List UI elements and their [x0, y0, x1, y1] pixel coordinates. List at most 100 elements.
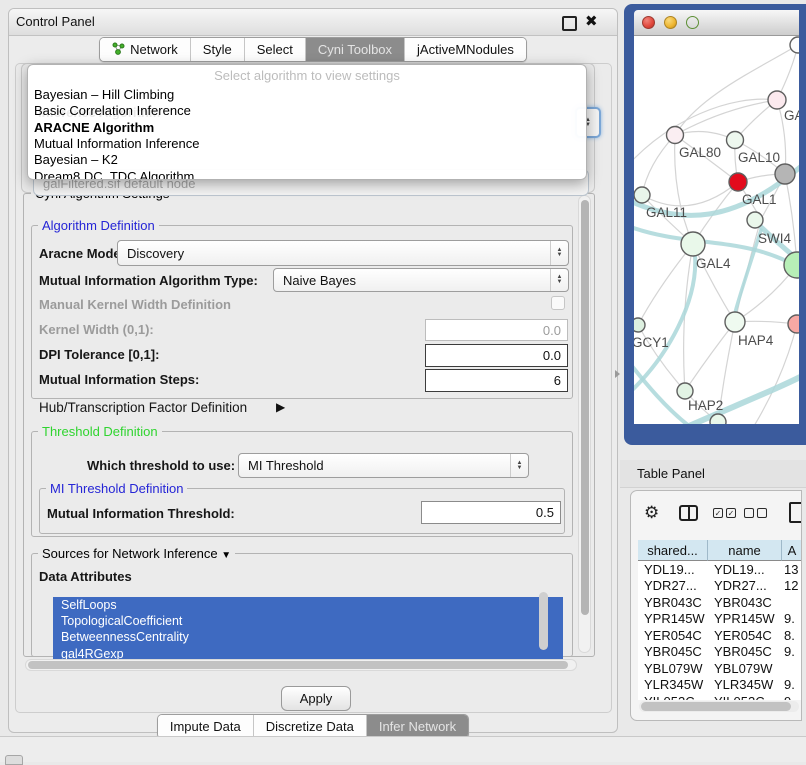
network-node-hap4[interactable] [725, 312, 745, 332]
deselect-all-icon[interactable] [744, 508, 754, 518]
data-attributes-list[interactable]: SelfLoopsTopologicalCoefficientBetweenne… [53, 597, 563, 662]
algorithm-option-aracne-algorithm[interactable]: ARACNE Algorithm [34, 120, 154, 135]
columns-icon[interactable] [679, 505, 698, 521]
apply-button[interactable]: Apply [281, 686, 351, 711]
network-edge[interactable] [675, 45, 798, 135]
network-edge[interactable] [684, 244, 693, 391]
table-cell[interactable] [784, 594, 802, 611]
attributes-scrollbar-thumb[interactable] [539, 592, 548, 650]
network-window-titlebar[interactable] [634, 10, 799, 36]
close-icon[interactable]: ✖ [585, 12, 598, 30]
table-cell[interactable]: YBR043C [714, 594, 782, 611]
control-panel-titlebar[interactable]: Control Panel ✖ [9, 9, 617, 36]
network-node-gal8[interactable] [768, 91, 786, 109]
table-cell[interactable]: 9. [784, 644, 802, 661]
gear-icon[interactable]: ⚙ [644, 503, 659, 523]
attribute-item-betweennesscentrality[interactable]: BetweennessCentrality [53, 629, 563, 645]
collapse-down-icon[interactable]: ▼ [221, 550, 231, 561]
table-cell[interactable]: YBL079W [714, 660, 782, 677]
dpi-tolerance-field[interactable]: 0.0 [425, 344, 568, 367]
network-node-gal4[interactable] [681, 232, 705, 256]
table-cell[interactable]: YBR043C [644, 594, 708, 611]
corner-button[interactable] [5, 755, 23, 765]
table-cell[interactable]: YBR045C [644, 644, 708, 661]
mi-threshold-field[interactable]: 0.5 [421, 501, 561, 524]
table-hscrollbar-thumb[interactable] [641, 702, 791, 711]
column-header-a[interactable]: A [782, 540, 802, 561]
column-header-shared[interactable]: shared... [638, 540, 708, 561]
node-attribute-table[interactable]: shared...nameAYDL19...YDL19...13YDR27...… [638, 540, 802, 700]
table-horizontal-scrollbar[interactable] [639, 701, 799, 712]
column-header-name[interactable]: name [708, 540, 782, 561]
table-cell[interactable]: YIL052C [644, 693, 708, 700]
table-panel-bar[interactable]: Table Panel [620, 460, 806, 488]
table-cell[interactable]: 13 [784, 561, 802, 578]
network-canvas[interactable]: GAL8GAL80GAL10GAL1GAL11SWI4GAL4GCY1HAP4Y… [634, 36, 799, 424]
tab-style[interactable]: Style [190, 38, 244, 61]
network-node-swi4[interactable] [747, 212, 763, 228]
table-cell[interactable]: YPR145W [644, 611, 708, 628]
tab-network[interactable]: Network [100, 38, 190, 61]
network-edge[interactable] [642, 182, 738, 206]
table-cell[interactable]: YLR345W [644, 677, 708, 694]
table-cell[interactable]: YDL19... [714, 561, 782, 578]
network-node[interactable] [775, 164, 795, 184]
bottom-tab-impute-data[interactable]: Impute Data [158, 715, 253, 738]
table-cell[interactable]: YBL079W [644, 660, 708, 677]
network-node[interactable] [710, 414, 726, 424]
close-traffic-light-icon[interactable] [642, 16, 655, 29]
attribute-item-topologicalcoefficient[interactable]: TopologicalCoefficient [53, 613, 563, 629]
settings-scrollbar-thumb[interactable] [581, 200, 589, 615]
mi-steps-field[interactable]: 6 [425, 369, 568, 392]
tab-cyni-toolbox[interactable]: Cyni Toolbox [305, 38, 404, 61]
network-node-y[interactable] [788, 315, 799, 333]
algorithm-option-bayesian-k2[interactable]: Bayesian – K2 [34, 152, 118, 167]
hub-definition-label[interactable]: Hub/Transcription Factor Definition [39, 400, 247, 415]
network-edge[interactable] [642, 135, 675, 195]
bottom-tab-infer-network[interactable]: Infer Network [366, 715, 468, 738]
table-cell[interactable]: YDR27... [644, 578, 708, 595]
file-icon[interactable] [789, 502, 802, 523]
algorithm-option-bayesian-hill-climbing[interactable]: Bayesian – Hill Climbing [34, 87, 174, 102]
network-node[interactable] [784, 252, 799, 278]
table-cell[interactable]: 9. [784, 677, 802, 694]
network-node-hap2[interactable] [677, 383, 693, 399]
bottom-tab-discretize-data[interactable]: Discretize Data [253, 715, 366, 738]
network-node[interactable] [790, 37, 799, 53]
settings-hscrollbar-thumb[interactable] [28, 661, 568, 669]
zoom-traffic-light-icon[interactable] [686, 16, 699, 29]
table-cell[interactable]: 8. [784, 627, 802, 644]
mi-type-combo[interactable]: Naive Bayes ▲▼ [273, 268, 569, 292]
table-cell[interactable]: 12 [784, 578, 802, 595]
manual-kernel-checkbox[interactable] [551, 296, 565, 310]
select-all-icon-2[interactable]: ✓ [726, 508, 736, 518]
algorithm-option-mutual-information-inference[interactable]: Mutual Information Inference [34, 136, 199, 151]
attribute-item-selfloops[interactable]: SelfLoops [53, 597, 563, 613]
network-node-gal80[interactable] [667, 127, 684, 144]
expand-right-icon[interactable]: ▶ [276, 400, 285, 414]
tab-select[interactable]: Select [244, 38, 305, 61]
table-cell[interactable]: YIL052C [714, 693, 782, 700]
deselect-all-icon-2[interactable] [757, 508, 767, 518]
table-cell[interactable]: YPR145W [714, 611, 782, 628]
table-cell[interactable] [784, 660, 802, 677]
network-node-gcy1[interactable] [634, 318, 645, 332]
which-threshold-combo[interactable]: MI Threshold ▲▼ [238, 453, 529, 478]
table-cell[interactable]: YBR045C [714, 644, 782, 661]
settings-vertical-scrollbar[interactable] [578, 195, 591, 653]
algorithm-option-basic-correlation-inference[interactable]: Basic Correlation Inference [34, 103, 191, 118]
table-cell[interactable]: 9 [784, 693, 802, 700]
float-icon[interactable] [562, 16, 577, 31]
network-edge[interactable] [685, 322, 735, 391]
splitpane-collapse-icon[interactable] [615, 370, 620, 378]
network-node-gal1[interactable] [729, 173, 747, 191]
table-cell[interactable]: YDR27... [714, 578, 782, 595]
minimize-traffic-light-icon[interactable] [664, 16, 677, 29]
table-cell[interactable]: YER054C [644, 627, 708, 644]
algorithm-option-dream8-dc-tdc-algorithm[interactable]: Dream8 DC_TDC Algorithm [34, 169, 194, 181]
aracne-mode-combo[interactable]: Discovery ▲▼ [117, 240, 569, 266]
settings-horizontal-scrollbar[interactable] [25, 659, 577, 671]
tab-jactivemnodules[interactable]: jActiveMNodules [404, 38, 526, 61]
network-node-gal10[interactable] [727, 132, 744, 149]
kernel-width-field[interactable]: 0.0 [425, 319, 568, 341]
